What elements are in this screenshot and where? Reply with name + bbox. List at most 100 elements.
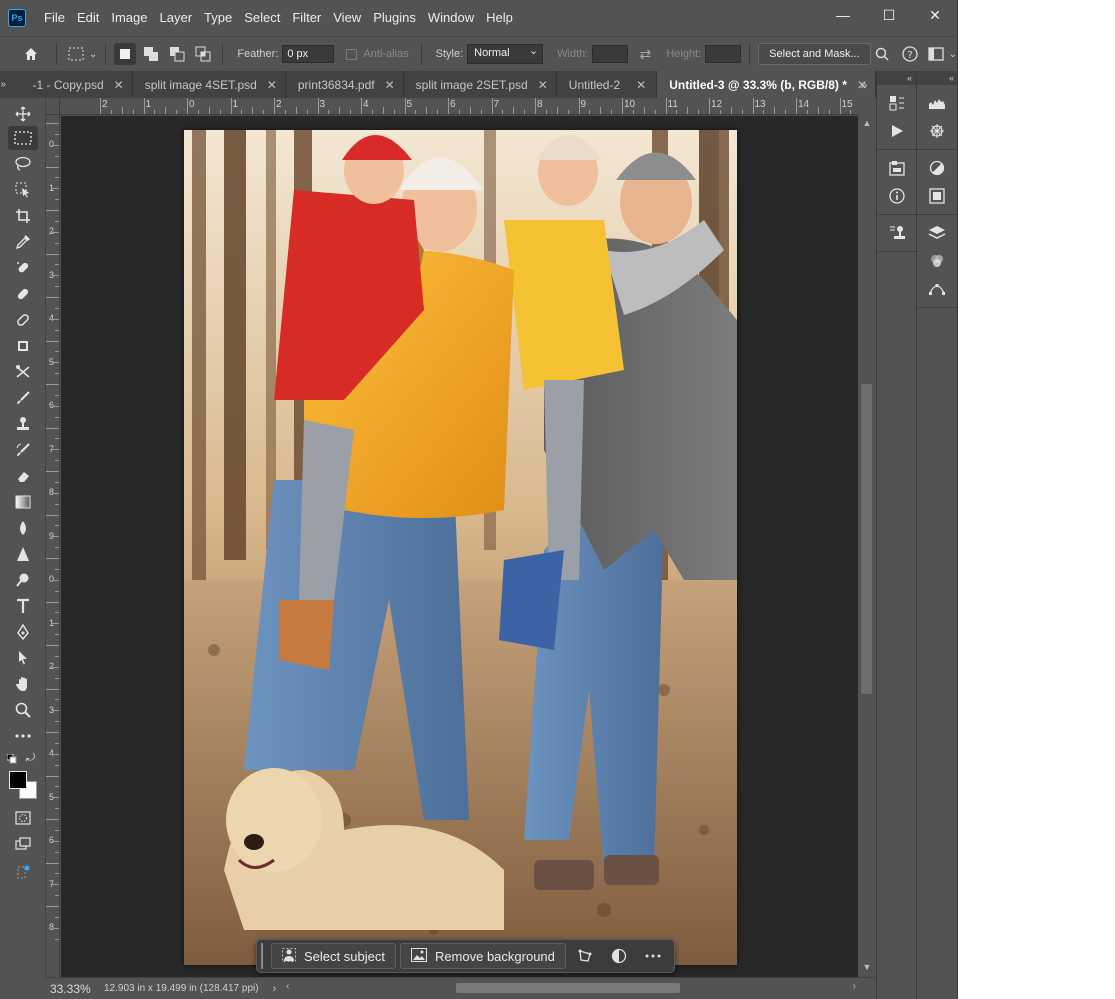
tab-print36834[interactable]: print36834.pdf ✕ — [285, 71, 404, 98]
hand-tool-icon[interactable] — [8, 672, 38, 696]
foreground-color-swatch[interactable] — [9, 771, 27, 789]
menu-layer[interactable]: Layer — [154, 0, 199, 36]
feather-input[interactable] — [282, 45, 335, 63]
layers-panel-icon[interactable] — [917, 219, 957, 247]
history-brush-tool-icon[interactable] — [8, 438, 38, 462]
type-tool-icon[interactable] — [8, 594, 38, 618]
history-panel-icon[interactable] — [877, 89, 917, 117]
edit-toolbar-icon[interactable] — [8, 860, 38, 884]
tabs-overflow-icon[interactable]: » — [852, 71, 876, 98]
object-selection-tool-icon[interactable] — [8, 178, 38, 202]
new-selection-icon[interactable] — [114, 43, 137, 65]
more-options-icon[interactable] — [638, 943, 668, 969]
pen-tool-icon[interactable] — [8, 620, 38, 644]
canvas-area[interactable]: Select subject Remove background — [61, 116, 858, 977]
screen-mode-icon[interactable] — [8, 832, 38, 856]
paths-panel-icon[interactable] — [917, 275, 957, 303]
menu-help[interactable]: Help — [480, 0, 519, 36]
actions-play-icon[interactable] — [877, 117, 917, 145]
dock-collapse-icon[interactable]: « — [917, 71, 957, 85]
clone-stamp-tool-icon[interactable] — [8, 412, 38, 436]
vertical-ruler[interactable]: 0123456789012345678 — [46, 115, 60, 977]
menu-plugins[interactable]: Plugins — [367, 0, 422, 36]
status-menu-chevron-icon[interactable]: › — [273, 983, 277, 995]
clone-source-panel-icon[interactable] — [877, 219, 917, 247]
blur-tool-icon[interactable] — [8, 516, 38, 540]
crop-tool-icon[interactable] — [8, 204, 38, 228]
spot-healing-tool-icon[interactable] — [8, 256, 38, 280]
adjustments-panel-icon[interactable] — [917, 154, 957, 182]
histogram-panel-icon[interactable] — [917, 89, 957, 117]
lasso-tool-icon[interactable] — [8, 152, 38, 176]
tab-copy-psd[interactable]: -1 - Copy.psd ✕ — [6, 71, 133, 98]
close-icon[interactable]: ✕ — [385, 78, 395, 92]
intersect-selection-icon[interactable] — [192, 43, 214, 65]
close-window-button[interactable]: ✕ — [912, 0, 957, 30]
menu-filter[interactable]: Filter — [286, 0, 327, 36]
anti-alias-checkbox[interactable] — [346, 48, 358, 60]
close-icon[interactable]: ✕ — [114, 78, 124, 92]
move-tool-icon[interactable] — [8, 102, 38, 126]
horizontal-scroll-thumb[interactable] — [456, 983, 680, 993]
dock-collapse-icon[interactable]: « — [877, 71, 916, 85]
drag-handle[interactable] — [261, 943, 267, 969]
menu-type[interactable]: Type — [198, 0, 238, 36]
navigator-panel-icon[interactable] — [917, 117, 957, 145]
help-icon[interactable]: ? — [899, 43, 921, 65]
chevron-down-icon[interactable]: ⌄ — [89, 49, 97, 60]
workspace-chevron-icon[interactable]: ⌄ — [949, 49, 957, 60]
select-subject-button[interactable]: Select subject — [271, 943, 396, 969]
dodge-tool-icon[interactable] — [8, 568, 38, 592]
rectangular-marquee-tool-icon[interactable] — [8, 126, 38, 150]
scroll-right-icon[interactable]: › — [853, 981, 856, 992]
more-tools-icon[interactable] — [8, 724, 38, 748]
gradient-tool-icon[interactable] — [8, 490, 38, 514]
width-input[interactable] — [592, 45, 629, 63]
libraries-panel-icon[interactable] — [877, 154, 917, 182]
select-and-mask-button[interactable]: Select and Mask... — [758, 43, 871, 65]
menu-file[interactable]: File — [38, 0, 71, 36]
menu-edit[interactable]: Edit — [71, 0, 105, 36]
close-icon[interactable]: ✕ — [267, 78, 277, 92]
menu-view[interactable]: View — [327, 0, 367, 36]
properties-panel-icon[interactable] — [917, 182, 957, 210]
horizontal-ruler[interactable]: 2 1 0 1 2 3 4 5 6 7 8 9 10 11 12 13 14 15 — [60, 98, 858, 115]
scroll-left-icon[interactable]: ‹ — [286, 981, 289, 992]
document-image[interactable] — [184, 130, 737, 965]
menu-select[interactable]: Select — [238, 0, 286, 36]
menu-window[interactable]: Window — [422, 0, 480, 36]
home-icon[interactable] — [20, 43, 42, 65]
path-selection-tool-icon[interactable] — [8, 646, 38, 670]
remove-background-button[interactable]: Remove background — [399, 943, 566, 969]
tab-split-image-4set[interactable]: split image 4SET.psd ✕ — [132, 71, 286, 98]
close-icon[interactable]: ✕ — [636, 78, 646, 92]
swap-colors-icon[interactable]: ⤾ — [26, 752, 38, 764]
subtract-selection-icon[interactable] — [166, 43, 188, 65]
default-colors-icon[interactable] — [6, 753, 17, 764]
channels-panel-icon[interactable] — [917, 247, 957, 275]
horizontal-scrollbar[interactable]: ‹ › — [286, 980, 856, 996]
minimize-button[interactable]: — — [820, 0, 866, 30]
maximize-button[interactable]: ☐ — [866, 0, 912, 30]
tab-untitled-3[interactable]: Untitled-3 @ 33.3% (b, RGB/8) * ✕ — [657, 71, 876, 98]
transform-icon[interactable] — [570, 943, 600, 969]
remove-tool-icon[interactable] — [8, 360, 38, 384]
quick-mask-icon[interactable] — [8, 806, 38, 830]
scroll-down-icon[interactable]: ▼ — [858, 960, 876, 974]
tab-untitled-2[interactable]: Untitled-2 ✕ — [556, 71, 658, 98]
healing-brush-tool-icon[interactable] — [8, 282, 38, 306]
menu-image[interactable]: Image — [105, 0, 153, 36]
workspace-icon[interactable] — [925, 43, 947, 65]
adjustment-icon[interactable] — [604, 943, 634, 969]
zoom-level[interactable]: 33.33% — [46, 982, 98, 996]
height-input[interactable] — [705, 45, 742, 63]
vertical-scroll-thumb[interactable] — [861, 384, 872, 694]
eraser-tool-icon[interactable] — [8, 464, 38, 488]
tab-split-image-2set[interactable]: split image 2SET.psd ✕ — [403, 71, 557, 98]
patch-tool-icon[interactable] — [8, 308, 38, 332]
info-panel-icon[interactable] — [877, 182, 917, 210]
eyedropper-tool-icon[interactable] — [8, 230, 38, 254]
scroll-up-icon[interactable]: ▲ — [858, 116, 876, 130]
vertical-scrollbar[interactable]: ▲ ▼ — [858, 98, 876, 977]
search-icon[interactable] — [871, 43, 893, 65]
